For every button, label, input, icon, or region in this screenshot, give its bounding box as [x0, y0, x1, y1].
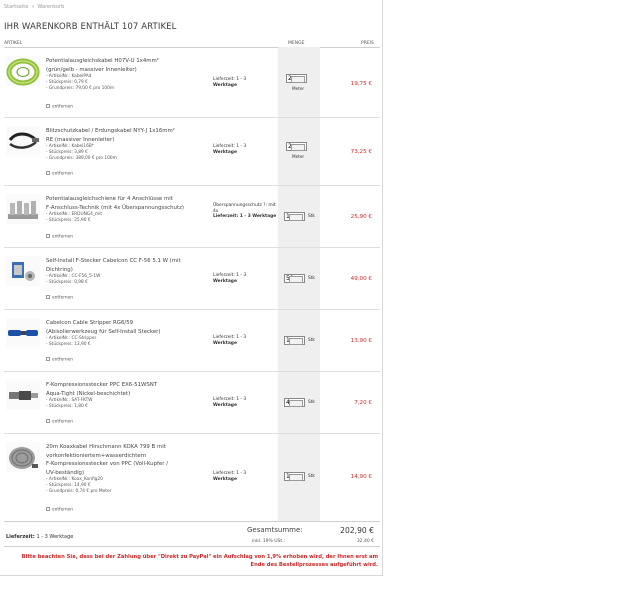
product-description: F-Kompressionsstecker PPC EX6-51WSNT Aqua…: [46, 381, 210, 410]
quantity-unit: Meter: [292, 154, 305, 159]
delivery-time: Lieferzeit: 1 - 3 Werktage: [213, 273, 247, 284]
remove-item-checkbox[interactable]: entfernen: [46, 104, 73, 110]
cart-row: 20m Koaxkabel Hirschmann KOKA 799 B mit v…: [4, 434, 380, 521]
column-header-quantity: MENGE: [288, 41, 305, 46]
breadcrumb-separator: »: [31, 4, 35, 10]
remove-item-checkbox[interactable]: entfernen: [46, 171, 73, 177]
item-price: 13,90 €: [350, 338, 372, 344]
item-price: 19,75 €: [350, 81, 372, 87]
product-name[interactable]: Self-Install F-Stecker Cabelcon CC F-56 …: [46, 257, 210, 274]
summary-delivery-time: Lieferzeit: 1 - 3 Werktage: [6, 534, 74, 540]
product-meta: - ArtikelNr.: SAT-FKTW - Stückpreis: 1,80…: [46, 398, 93, 410]
product-meta: - ArtikelNr.: Kabel16B* - Stückpreis: 3,8…: [46, 144, 117, 162]
page-title: IHR WARENKORB ENTHÄLT 107 ARTIKEL: [4, 22, 177, 32]
cart-row: Potentialausgleichschiene für 4 Anschlüs…: [4, 186, 380, 248]
quantity-input[interactable]: 1 Stk: [284, 336, 315, 345]
quantity-input[interactable]: 4 Stk: [284, 398, 315, 407]
delivery-time: Lieferzeit: 1 - 3 Werktage: [213, 77, 247, 88]
vat-label: inkl. 19% USt.:: [252, 539, 286, 544]
product-description: Blitzschutzkabel / Erdungskabel NYY-J 1x…: [46, 127, 210, 162]
breadcrumb-current: Warenkorb: [37, 4, 65, 10]
product-meta: - ArtikelNr.: KabelPA4- Stückpreis: 0,79…: [46, 74, 115, 92]
product-description: Potentialausgleichschiene für 4 Anschlüs…: [46, 195, 210, 224]
product-image-cable-stripper[interactable]: [6, 318, 40, 348]
breadcrumb: Startseite» Warenkorb: [4, 4, 64, 10]
remove-item-checkbox[interactable]: entfernen: [46, 419, 73, 425]
cart-row: Potentialausgleichskabel H07V-U 1x4mm² (g…: [4, 48, 380, 118]
quantity-input[interactable]: 2: [286, 74, 307, 83]
product-meta: - ArtikelNr.: CC-Stripper - Stückpreis: 1…: [46, 336, 97, 348]
quantity-input[interactable]: 50 Stk: [284, 274, 315, 283]
delivery-time: Lieferzeit: 1 - 3 Werktage: [213, 397, 247, 408]
product-name[interactable]: Potentialausgleichschiene für 4 Anschlüs…: [46, 195, 210, 212]
item-price: 49,00 €: [350, 276, 372, 282]
product-description: Potentialausgleichskabel H07V-U 1x4mm² (g…: [46, 57, 210, 92]
remove-item-checkbox[interactable]: entfernen: [46, 507, 73, 513]
product-meta: - ArtikelNr.: CC-F56_5-1W - Stückpreis: 0…: [46, 274, 101, 286]
item-price: 14,90 €: [350, 474, 372, 480]
product-image-black-cable[interactable]: [6, 126, 40, 156]
delivery-time: Lieferzeit: 1 - 3 Werktage: [213, 335, 247, 346]
quantity-input[interactable]: 1 Stk: [284, 472, 315, 481]
product-description: Self-Install F-Stecker Cabelcon CC F-56 …: [46, 257, 210, 286]
product-name[interactable]: Cabelcon Cable Stripper RG6/59 (Abisolier…: [46, 319, 210, 336]
item-price: 7,20 €: [354, 400, 372, 406]
product-image-grounding-bar[interactable]: [6, 194, 40, 224]
breadcrumb-home[interactable]: Startseite: [4, 4, 28, 10]
product-image-compression-connector[interactable]: [6, 380, 40, 410]
product-image-coax-cable-coil[interactable]: [6, 442, 40, 472]
item-price: 25,90 €: [350, 214, 372, 220]
column-header-article: ARTIKEL: [4, 41, 23, 46]
column-header-price: PREIS: [361, 41, 374, 46]
cart-row: F-Kompressionsstecker PPC EX6-51WSNT Aqua…: [4, 372, 380, 434]
vat-value: 32,40 €: [356, 539, 374, 544]
remove-item-checkbox[interactable]: entfernen: [46, 234, 73, 240]
quantity-input[interactable]: 2: [286, 142, 307, 151]
product-image-green-cable-coil[interactable]: [6, 56, 40, 86]
total-label: Gesamtsumme:: [247, 526, 303, 534]
delivery-time: Lieferzeit: 1 - 3 Werktage: [213, 144, 247, 155]
product-meta: - ArtikelNr.: ERDUNG4_mit - Stückpreis: 2…: [46, 212, 103, 224]
delivery-time: Lieferzeit: 1 - 3 Werktage: [213, 471, 247, 482]
paypal-surcharge-notice: Bitte beachten Sie, dass bei der Zahlung…: [21, 554, 378, 569]
quantity-unit: Meter: [292, 86, 305, 91]
remove-item-checkbox[interactable]: entfernen: [46, 295, 73, 301]
product-name[interactable]: Blitzschutzkabel / Erdungskabel NYY-J 1x…: [46, 127, 210, 144]
delivery-time: Überspannungsschutz ?: mit 4x Lieferzeit:…: [213, 203, 277, 220]
cart-row: Cabelcon Cable Stripper RG6/59 (Abisolier…: [4, 310, 380, 372]
product-name[interactable]: Potentialausgleichskabel H07V-U 1x4mm² (g…: [46, 57, 210, 74]
cart-row: Blitzschutzkabel / Erdungskabel NYY-J 1x…: [4, 118, 380, 186]
product-image-f-connector[interactable]: [6, 256, 40, 286]
total-value: 202,90 €: [340, 526, 374, 535]
product-name[interactable]: F-Kompressionsstecker PPC EX6-51WSNT Aqua…: [46, 381, 210, 398]
quantity-input[interactable]: 1 Stk: [284, 212, 315, 221]
cart-row: Self-Install F-Stecker Cabelcon CC F-56 …: [4, 248, 380, 310]
product-name[interactable]: 20m Koaxkabel Hirschmann KOKA 799 B mit v…: [46, 443, 210, 477]
product-meta: - ArtikelNr.: Koax_Konfig20- Stückpreis:…: [46, 477, 112, 495]
remove-item-checkbox[interactable]: entfernen: [46, 357, 73, 363]
item-price: 73,25 €: [350, 149, 372, 155]
cart-summary: Lieferzeit: 1 - 3 Werktage Gesamtsumme: …: [4, 521, 380, 547]
product-description: 20m Koaxkabel Hirschmann KOKA 799 B mit v…: [46, 443, 210, 495]
product-description: Cabelcon Cable Stripper RG6/59 (Abisolier…: [46, 319, 210, 348]
